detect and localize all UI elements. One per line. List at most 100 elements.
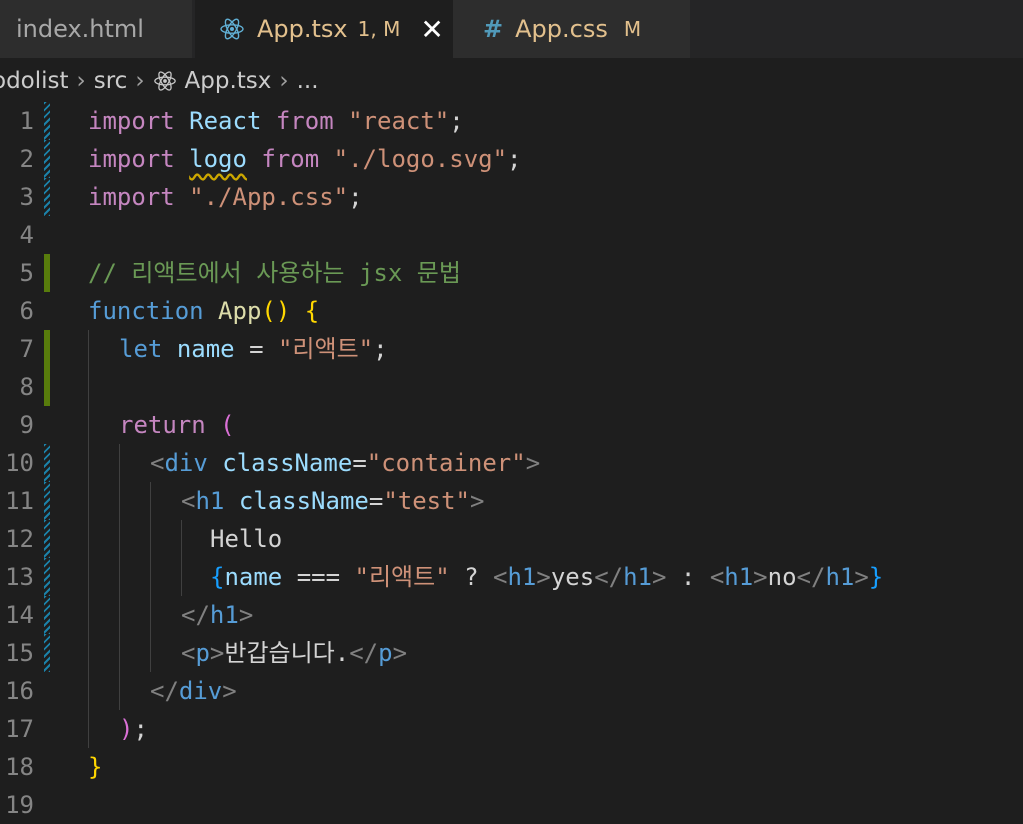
token-string: "리액트" xyxy=(277,335,374,363)
tab-app-css[interactable]: # App.css M xyxy=(452,0,690,58)
token-attribute: className xyxy=(222,449,353,477)
token-identifier: name xyxy=(224,563,283,591)
code-line: 9 return ( xyxy=(0,406,1023,444)
line-number: 9 xyxy=(19,411,34,439)
token-operator: = xyxy=(249,335,264,363)
code-line: 14 </h1> xyxy=(0,596,1023,634)
line-number: 19 xyxy=(5,791,34,819)
code-line: 7 let name = "리액트"; xyxy=(0,330,1023,368)
token-tag: h1 xyxy=(623,563,652,591)
token-identifier: React xyxy=(189,107,262,135)
line-number: 15 xyxy=(5,639,34,667)
code-line: 2 import logo from "./logo.svg"; xyxy=(0,140,1023,178)
token-punctuation: ; xyxy=(373,335,388,363)
line-number: 8 xyxy=(19,373,34,401)
token-jsx-text: no xyxy=(767,563,797,591)
line-number: 14 xyxy=(5,601,34,629)
token-string: "./logo.svg" xyxy=(333,145,508,173)
line-number: 18 xyxy=(5,753,34,781)
token-tag: h1 xyxy=(724,563,754,591)
gutter-modified-marker xyxy=(44,596,50,634)
line-number: 6 xyxy=(19,297,34,325)
code-line: 1 import React from "react"; xyxy=(0,102,1023,140)
token-jsx-text: Hello xyxy=(210,525,283,553)
line-number: 12 xyxy=(5,525,34,553)
code-line: 5 // 리액트에서 사용하는 jsx 문법 xyxy=(0,254,1023,292)
token-bracket: } xyxy=(88,753,103,781)
token-tag: h1 xyxy=(825,563,855,591)
line-number: 13 xyxy=(5,563,34,591)
gutter-added-marker xyxy=(44,330,50,368)
gutter-modified-marker xyxy=(44,558,50,596)
token-keyword: from xyxy=(275,107,334,135)
token-punctuation: ; xyxy=(507,145,522,173)
token-jsx-text: 반갑습니다. xyxy=(224,639,350,667)
token-punctuation: ; xyxy=(133,715,148,743)
gutter-modified-marker xyxy=(44,482,50,520)
token-tag: div xyxy=(178,677,223,705)
close-icon[interactable]: ✕ xyxy=(420,13,443,46)
token-string: "container" xyxy=(366,449,526,477)
code-editor[interactable]: 1 import React from "react"; 2 import lo… xyxy=(0,102,1023,819)
token-bracket: ) xyxy=(275,297,291,325)
line-number: 16 xyxy=(5,677,34,705)
token-tag: h1 xyxy=(507,563,537,591)
line-number: 3 xyxy=(19,183,34,211)
token-bracket: ( xyxy=(220,411,235,439)
breadcrumb-src[interactable]: src xyxy=(94,68,128,94)
token-string: "react" xyxy=(348,107,450,135)
code-line: 6 function App() { xyxy=(0,292,1023,330)
gutter-modified-marker xyxy=(44,102,50,140)
token-bracket: ) xyxy=(119,715,134,743)
gutter-added-marker xyxy=(44,368,50,406)
line-number: 2 xyxy=(19,145,34,173)
breadcrumb: odolist › src › App.tsx › ... xyxy=(0,62,319,100)
token-string: "test" xyxy=(383,487,471,515)
token-bracket: { xyxy=(304,297,320,325)
token-punctuation: ; xyxy=(449,107,464,135)
tab-status-badge: 1, M xyxy=(357,17,401,41)
token-tag: p xyxy=(195,639,210,667)
token-bracket: ( xyxy=(261,297,276,325)
code-line: 4 xyxy=(0,216,1023,254)
code-line: 8 xyxy=(0,368,1023,406)
token-tag: p xyxy=(378,639,393,667)
code-line: 3 import "./App.css"; xyxy=(0,178,1023,216)
line-number: 4 xyxy=(19,221,34,249)
token-identifier-warning: logo xyxy=(189,145,247,173)
token-tag: div xyxy=(164,449,208,477)
tab-title: index.html xyxy=(16,15,144,43)
token-operator: = xyxy=(352,449,367,477)
tab-index-html[interactable]: index.html xyxy=(0,0,192,58)
gutter-modified-marker xyxy=(44,140,50,178)
token-identifier: name xyxy=(176,335,235,363)
gutter-modified-marker xyxy=(44,634,50,672)
token-function-name: App xyxy=(218,297,262,325)
line-number: 11 xyxy=(5,487,34,515)
line-number: 1 xyxy=(19,107,34,135)
code-line: 11 <h1 className="test"> xyxy=(0,482,1023,520)
tab-status-badge: M xyxy=(623,17,642,41)
tab-bar: index.html App.tsx 1, M ✕ # App.css M xyxy=(0,0,1023,58)
code-line: 10 <div className="container"> xyxy=(0,444,1023,482)
tab-app-tsx[interactable]: App.tsx 1, M ✕ xyxy=(195,0,452,58)
code-line: 13 {name === "리액트" ? <h1>yes</h1> : <h1>… xyxy=(0,558,1023,596)
token-operator: ? xyxy=(464,563,479,591)
gutter-added-marker xyxy=(44,254,50,292)
chevron-right-icon: › xyxy=(135,68,145,94)
token-attribute: className xyxy=(238,487,369,515)
tab-title: App.tsx xyxy=(257,15,348,43)
token-tag: h1 xyxy=(209,601,239,629)
token-punctuation: ; xyxy=(348,183,363,211)
breadcrumb-file[interactable]: App.tsx xyxy=(185,68,272,94)
chevron-right-icon: › xyxy=(76,68,86,94)
token-comment: // 리액트에서 사용하는 jsx 문법 xyxy=(88,259,461,287)
code-line: 18 } xyxy=(0,748,1023,786)
gutter-modified-marker xyxy=(44,444,50,482)
breadcrumb-more[interactable]: ... xyxy=(297,68,319,94)
code-line: 19 xyxy=(0,786,1023,824)
breadcrumb-folder[interactable]: odolist xyxy=(0,68,69,94)
token-jsx-text: yes xyxy=(550,563,595,591)
token-keyword: import xyxy=(88,107,175,135)
token-keyword: function xyxy=(88,297,204,325)
